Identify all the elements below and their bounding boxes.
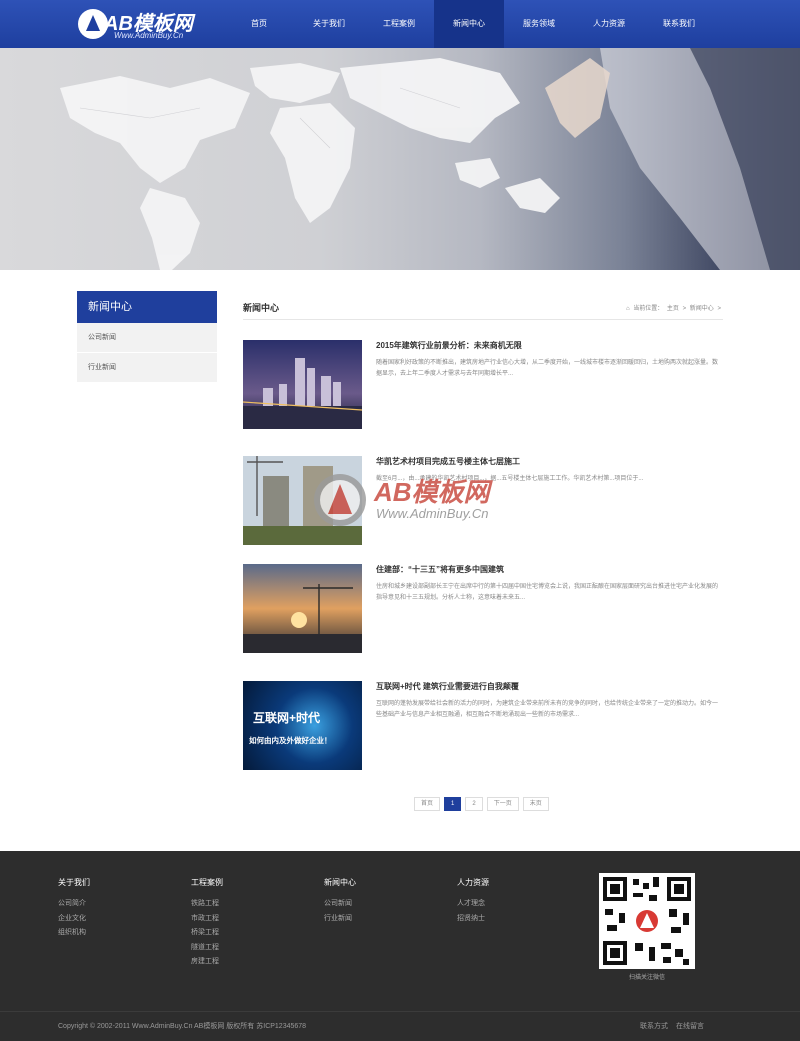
pagination: 首页 1 2 下一页 末页 — [414, 797, 549, 811]
footer-link[interactable]: 组织机构 — [58, 927, 90, 942]
news-item: 互联网+时代 如何由内及外做好企业！ 互联网+时代 建筑行业需要进行自我颠覆 互… — [243, 681, 723, 771]
footer-bottom-links: 联系方式 在线留言 — [640, 1021, 710, 1031]
footer-link[interactable]: 房建工程 — [191, 956, 223, 971]
nav-services[interactable]: 服务领域 — [504, 0, 574, 48]
breadcrumb-end: > — [717, 306, 721, 312]
footer-bottom-bar: Copyright © 2002-2011 Www.AdminBuy.Cn AB… — [0, 1011, 800, 1041]
news-title[interactable]: 互联网+时代 建筑行业需要进行自我颠覆 — [376, 681, 519, 692]
footer-col-title: 新闻中心 — [324, 878, 356, 887]
news-title[interactable]: 2015年建筑行业前景分析：未来商机无限 — [376, 340, 522, 351]
footer-col-title: 关于我们 — [58, 878, 90, 887]
watermark: AB模板网 Www.AdminBuy.Cn — [310, 468, 530, 538]
news-thumbnail-sunset-crane[interactable] — [243, 564, 362, 653]
footer-link[interactable]: 市政工程 — [191, 913, 223, 928]
footer-col-hr: 人力资源 人才理念 招贤纳士 — [457, 877, 489, 927]
logo-url: Www.AdminBuy.Cn — [114, 31, 184, 40]
pager-next[interactable]: 下一页 — [486, 797, 519, 811]
news-thumbnail-internet-plus[interactable]: 互联网+时代 如何由内及外做好企业！ — [243, 681, 362, 770]
news-item: 住建部：“十三五”将有更多中国建筑 住房和城乡建设部副部长王宁在出席中行的第十四… — [243, 564, 723, 654]
nav-projects[interactable]: 工程案例 — [364, 0, 434, 48]
news-title[interactable]: 华凯艺术村项目完成五号楼主体七层施工 — [376, 456, 520, 467]
footer-link[interactable]: 公司新闻 — [324, 898, 356, 913]
thumbnail-text-line1: 互联网+时代 — [253, 711, 321, 725]
main-header: 新闻中心 ⌂ 当前位置： 主页 > 新闻中心 > — [243, 295, 723, 320]
sidebar-item-industry-news[interactable]: 行业新闻 — [77, 353, 217, 383]
pager-last[interactable]: 末页 — [522, 797, 549, 811]
footer-col-about: 关于我们 公司简介 企业文化 组织机构 — [58, 877, 90, 942]
qr-code — [599, 873, 695, 969]
site-header: AB模板网 Www.AdminBuy.Cn 首页 关于我们 工程案例 新闻中心 … — [0, 0, 800, 48]
breadcrumb-home[interactable]: 主页 — [667, 306, 679, 312]
footer-message-link[interactable]: 在线留言 — [676, 1023, 704, 1030]
page-title: 新闻中心 — [243, 303, 280, 313]
thumbnail-text-line2: 如何由内及外做好企业！ — [249, 736, 332, 745]
nav-contact[interactable]: 联系我们 — [644, 0, 714, 48]
nav-news[interactable]: 新闻中心 — [434, 0, 504, 48]
main-content: 新闻中心 ⌂ 当前位置： 主页 > 新闻中心 > 2015年建筑行业前景分析：未… — [243, 295, 723, 811]
qr-caption: 扫描关注微信 — [628, 975, 665, 981]
nav-hr[interactable]: 人力资源 — [574, 0, 644, 48]
footer-link[interactable]: 人才理念 — [457, 898, 489, 913]
footer-col-title: 工程案例 — [191, 878, 223, 887]
breadcrumb-current[interactable]: 新闻中心 — [690, 306, 714, 312]
nav-about[interactable]: 关于我们 — [294, 0, 364, 48]
footer-col-title: 人力资源 — [457, 878, 489, 887]
news-summary: 随着国家利好政策的不断推出，建筑房地产行业信心大增，从二季度开始，一线城市楼市逐… — [376, 360, 719, 377]
footer-link[interactable]: 企业文化 — [58, 913, 90, 928]
footer-link[interactable]: 铁路工程 — [191, 898, 223, 913]
sidebar-title: 新闻中心 — [77, 291, 217, 323]
breadcrumb-sep: > — [682, 306, 687, 312]
logo[interactable]: AB模板网 Www.AdminBuy.Cn — [78, 7, 228, 43]
news-summary: 住房和城乡建设部副部长王宁在出席中行的第十四届中国住宅博览会上说，我国正酝酿在国… — [376, 584, 719, 601]
footer-link[interactable]: 隧道工程 — [191, 942, 223, 957]
news-summary: 互联网的蓬勃发展带给社会新的活力的同时，为建筑企业带来前所未有的竞争的同时，也给… — [376, 701, 719, 718]
nav-home[interactable]: 首页 — [224, 0, 294, 48]
footer-col-projects: 工程案例 铁路工程 市政工程 桥梁工程 隧道工程 房建工程 — [191, 877, 223, 971]
footer-link[interactable]: 招贤纳士 — [457, 913, 489, 928]
footer-contact-link[interactable]: 联系方式 — [640, 1023, 668, 1030]
home-icon: ⌂ — [625, 306, 630, 312]
news-title[interactable]: 住建部：“十三五”将有更多中国建筑 — [376, 564, 504, 575]
copyright: Copyright © 2002-2011 Www.AdminBuy.Cn AB… — [58, 1023, 307, 1030]
pager-first[interactable]: 首页 — [414, 797, 441, 811]
news-item: 2015年建筑行业前景分析：未来商机无限 随着国家利好政策的不断推出，建筑房地产… — [243, 340, 723, 430]
watermark-url: Www.AdminBuy.Cn — [376, 506, 489, 521]
site-footer: 关于我们 公司简介 企业文化 组织机构 工程案例 铁路工程 市政工程 桥梁工程 … — [0, 851, 800, 1041]
footer-link[interactable]: 桥梁工程 — [191, 927, 223, 942]
news-thumbnail-city[interactable] — [243, 340, 362, 429]
footer-col-news: 新闻中心 公司新闻 行业新闻 — [324, 877, 356, 927]
sidebar: 新闻中心 公司新闻 行业新闻 — [77, 291, 217, 383]
banner-image — [0, 48, 800, 270]
breadcrumb-prefix: 当前位置： — [633, 306, 664, 312]
footer-link[interactable]: 行业新闻 — [324, 913, 356, 928]
watermark-logo-icon — [314, 474, 366, 526]
main-nav: 首页 关于我们 工程案例 新闻中心 服务领域 人力资源 联系我们 — [224, 0, 714, 48]
watermark-text: AB模板网 — [374, 477, 490, 507]
world-map-graphic — [60, 48, 800, 270]
breadcrumb: ⌂ 当前位置： 主页 > 新闻中心 > — [626, 303, 723, 312]
pager-page-2[interactable]: 2 — [465, 797, 483, 811]
pager-page-1[interactable]: 1 — [444, 797, 462, 811]
footer-link[interactable]: 公司简介 — [58, 898, 90, 913]
sidebar-item-company-news[interactable]: 公司新闻 — [77, 323, 217, 353]
